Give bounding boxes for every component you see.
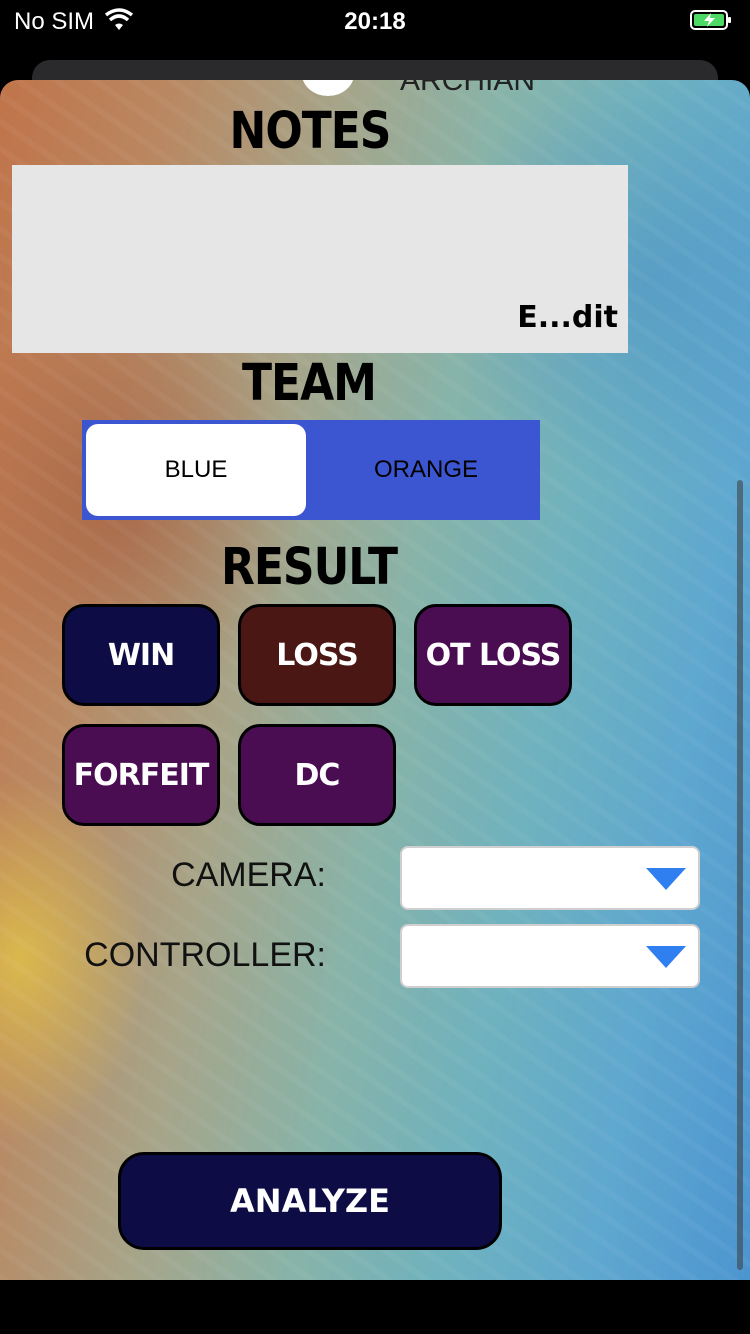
chevron-down-icon: [646, 868, 686, 890]
forfeit-button[interactable]: FORFEIT: [62, 724, 220, 826]
clock: 20:18: [344, 8, 406, 35]
controller-label: CONTROLLER:: [84, 936, 326, 974]
dc-button[interactable]: DC: [238, 724, 396, 826]
analysis-sheet: ARCHIAN NOTES E...dit TEAM BLUE ORANGE R…: [0, 80, 750, 1280]
notes-heading: NOTES: [229, 102, 392, 161]
analyze-button[interactable]: ANALYZE: [118, 1152, 502, 1250]
scrollbar[interactable]: [737, 480, 743, 1270]
win-button[interactable]: WIN: [62, 604, 220, 706]
ot-loss-button[interactable]: OT LOSS: [414, 604, 572, 706]
notes-edit-label[interactable]: E...dit: [517, 300, 618, 335]
chevron-down-icon: [646, 946, 686, 968]
status-bar: No SIM 20:18: [0, 0, 750, 40]
team-option-blue[interactable]: BLUE: [86, 424, 306, 516]
team-heading: TEAM: [242, 354, 377, 413]
camera-dropdown[interactable]: [400, 846, 700, 910]
result-heading: RESULT: [220, 538, 398, 597]
notes-field[interactable]: E...dit: [12, 165, 628, 353]
loss-button[interactable]: LOSS: [238, 604, 396, 706]
battery-charging-icon: [690, 9, 732, 30]
partial-label: ARCHIAN: [400, 80, 536, 97]
controller-dropdown[interactable]: [400, 924, 700, 988]
camera-label: CAMERA:: [171, 856, 326, 894]
team-segmented-control[interactable]: BLUE ORANGE: [82, 420, 540, 520]
team-option-orange[interactable]: ORANGE: [316, 424, 536, 516]
